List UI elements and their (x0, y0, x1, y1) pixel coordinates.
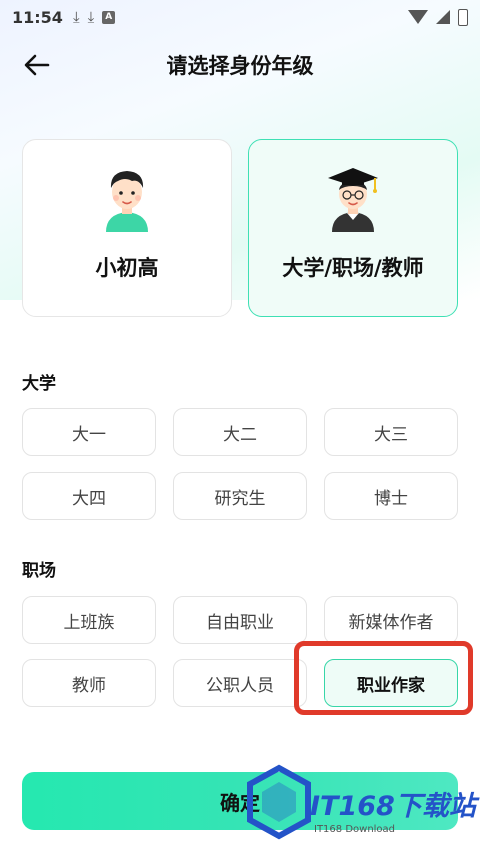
status-bar: 11:54 ⤓ ⤓ A (0, 0, 480, 34)
option-civil-servant[interactable]: 公职人员 (173, 659, 307, 707)
option-graduate[interactable]: 研究生 (173, 472, 307, 520)
watermark: IT168下载站 IT168 Download (244, 764, 480, 844)
graduate-avatar-icon (328, 168, 378, 232)
section-title-workplace: 职场 (22, 561, 56, 581)
option-phd[interactable]: 博士 (324, 472, 458, 520)
option-year-4[interactable]: 大四 (22, 472, 156, 520)
watermark-logo-icon (247, 764, 311, 840)
header: 请选择身份年级 (0, 40, 480, 90)
option-year-2[interactable]: 大二 (173, 408, 307, 456)
watermark-text: IT168下载站 (310, 791, 476, 822)
option-office-worker[interactable]: 上班族 (22, 596, 156, 644)
wifi-icon (408, 10, 428, 24)
annotation-highlight-box (294, 641, 473, 715)
watermark-subtext: IT168 Download (314, 824, 396, 835)
download-icon: ⤓ (87, 8, 95, 26)
boy-avatar-icon (106, 171, 148, 232)
card-label: 小初高 (95, 256, 159, 280)
battery-icon (458, 8, 468, 26)
notification-icons: ⤓ ⤓ A (72, 8, 116, 26)
signal-icon (436, 10, 450, 24)
option-year-3[interactable]: 大三 (324, 408, 458, 456)
section-title-university: 大学 (22, 374, 56, 394)
a-app-icon: A (102, 10, 116, 24)
download-icon: ⤓ (72, 8, 80, 26)
card-label: 大学/职场/教师 (282, 256, 424, 280)
option-freelancer[interactable]: 自由职业 (173, 596, 307, 644)
identity-card-primary-school[interactable]: 小初高 (22, 139, 232, 317)
system-icons (408, 8, 468, 26)
page-title: 请选择身份年级 (166, 54, 314, 78)
option-year-1[interactable]: 大一 (22, 408, 156, 456)
option-new-media-author[interactable]: 新媒体作者 (324, 596, 458, 644)
option-teacher[interactable]: 教师 (22, 659, 156, 707)
identity-card-university[interactable]: 大学/职场/教师 (248, 139, 458, 317)
status-time: 11:54 (12, 7, 63, 27)
